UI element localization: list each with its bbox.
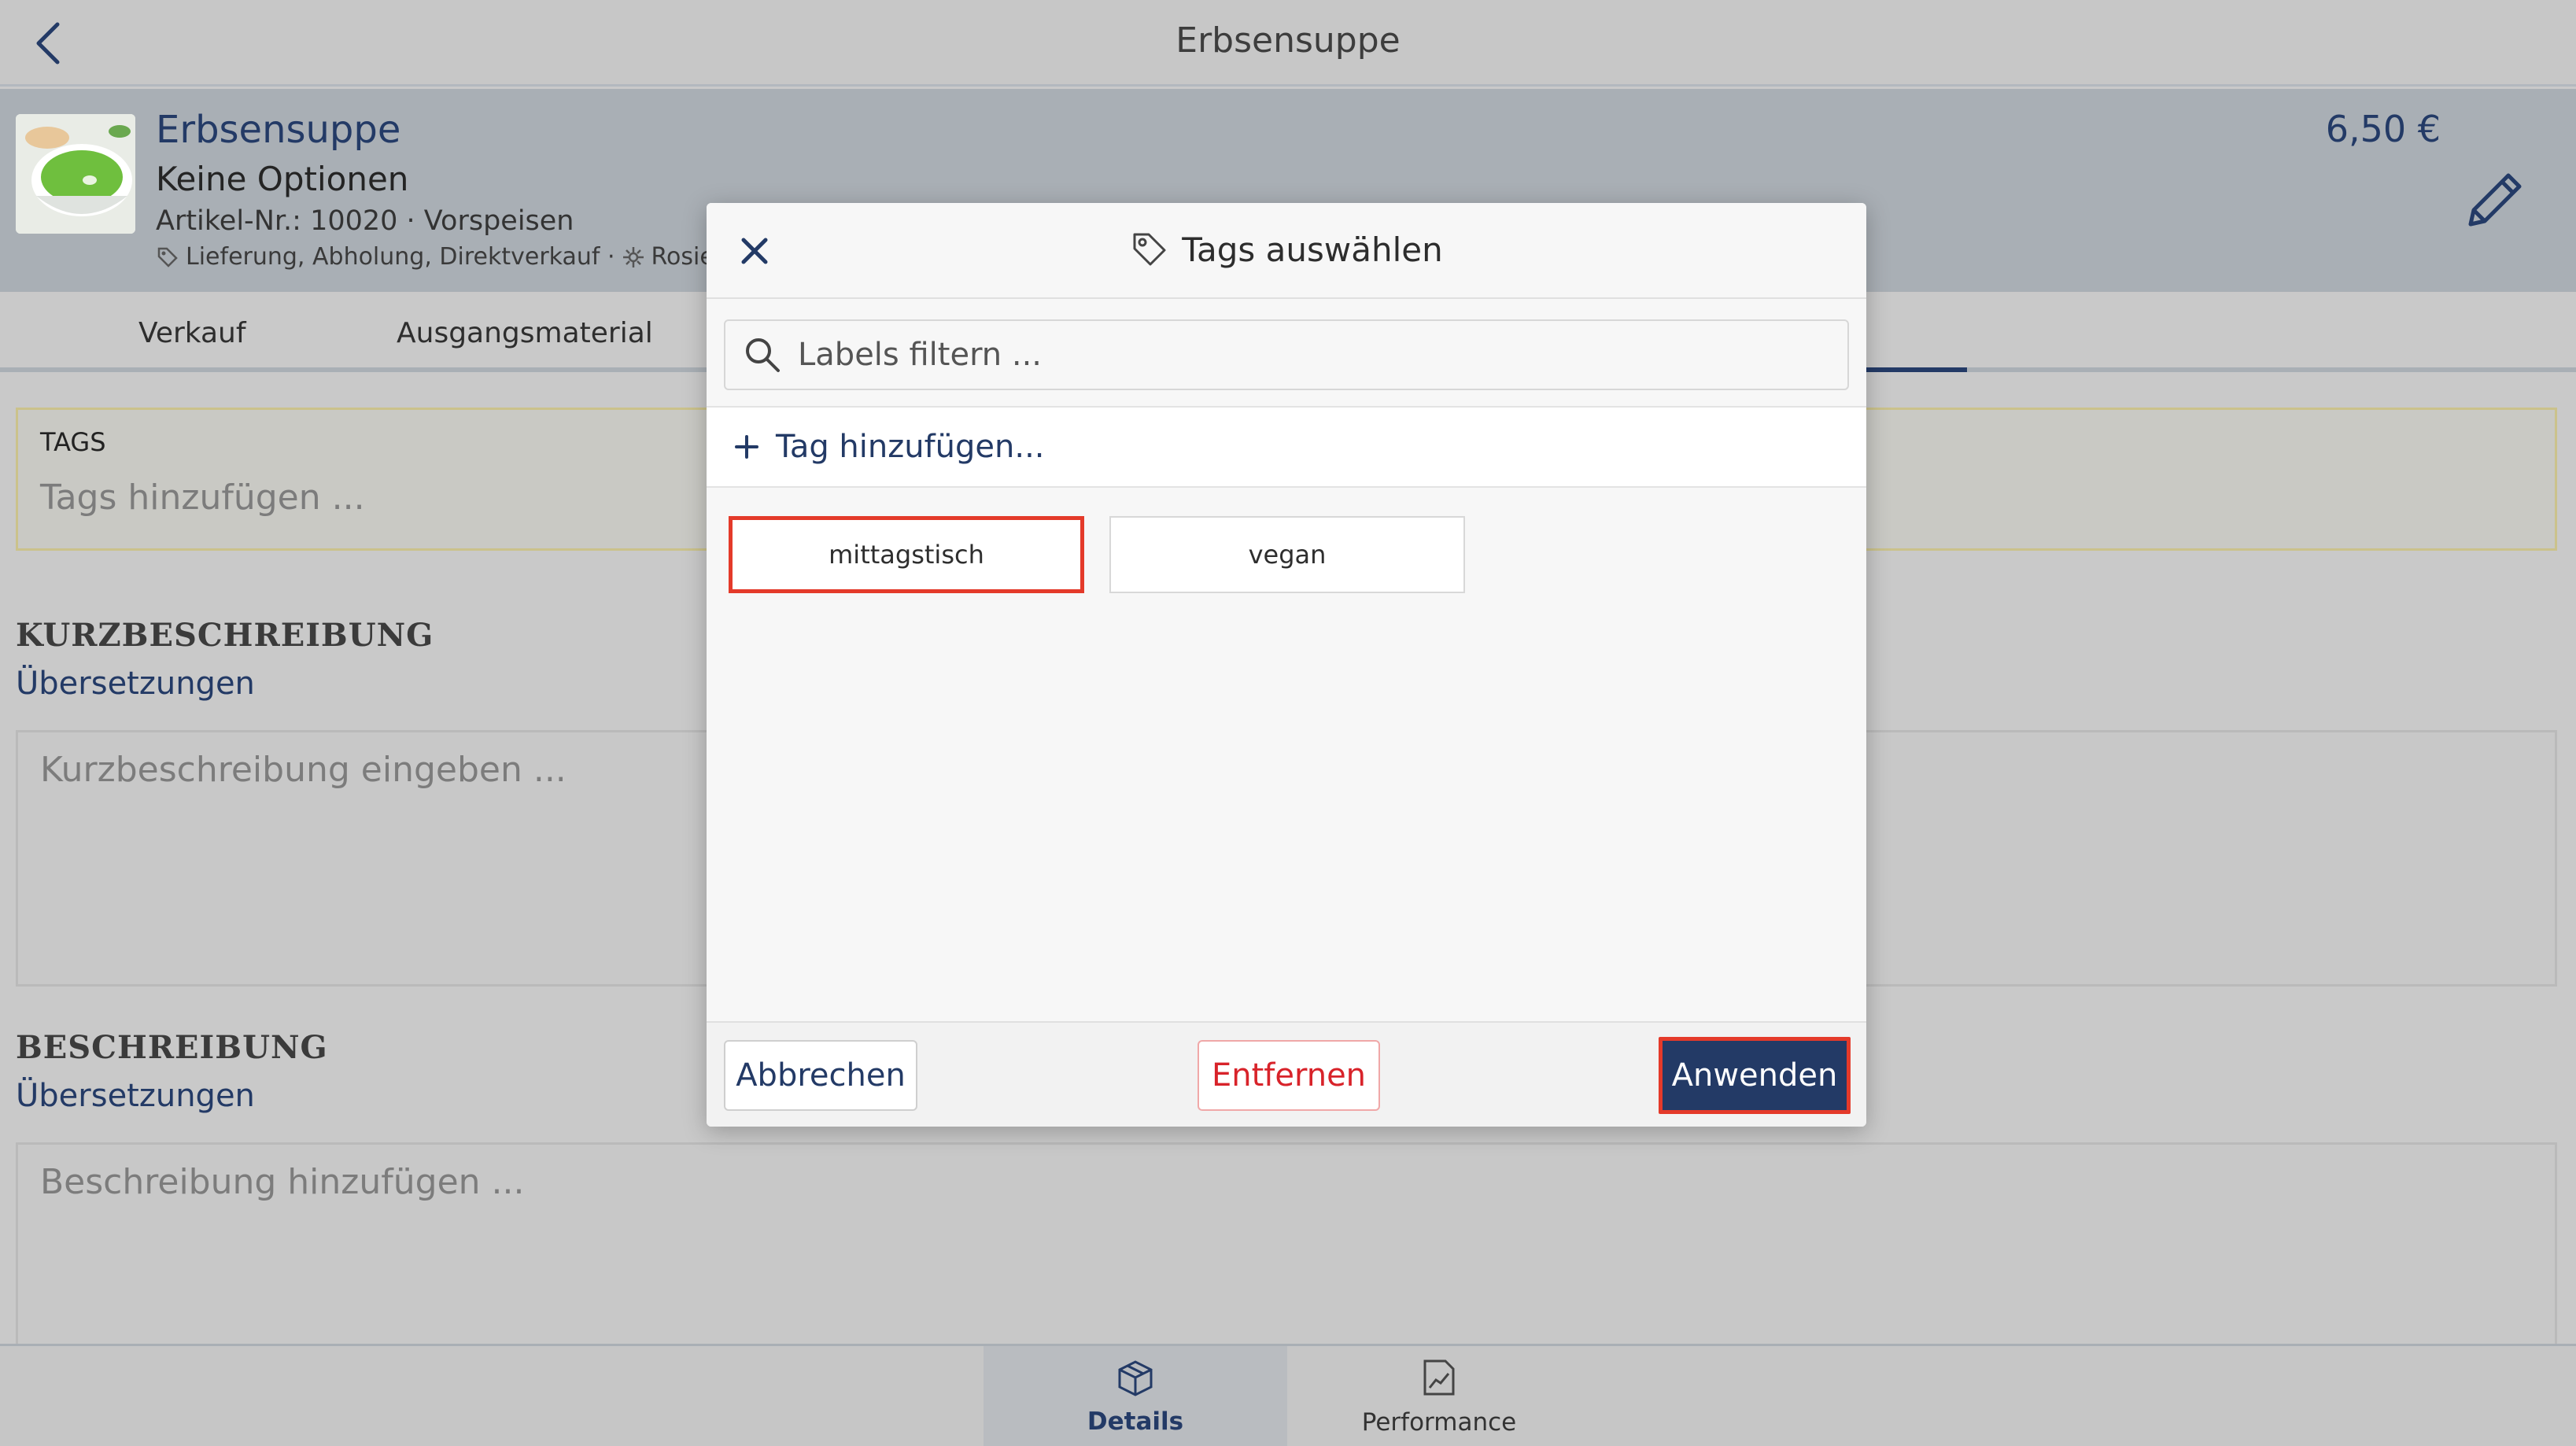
short-description-title: KURZBESCHREIBUNG	[16, 617, 434, 654]
apply-button[interactable]: Anwenden	[1659, 1037, 1851, 1114]
tag-icon	[1133, 233, 1166, 266]
cancel-button[interactable]: Abbrechen	[724, 1040, 917, 1111]
dialog-title: Tags auswählen	[707, 230, 1866, 269]
tab-ausgangsmaterial[interactable]: Ausgangsmaterial	[397, 317, 653, 349]
page-title: Erbsensuppe	[1175, 20, 1401, 61]
tag-chip-mittagstisch[interactable]: mittagstisch	[729, 516, 1084, 593]
short-description-translations-link[interactable]: Übersetzungen	[16, 666, 255, 702]
store-icon	[622, 246, 644, 267]
edit-button[interactable]	[2460, 164, 2530, 235]
short-description-placeholder: Kurzbeschreibung eingeben ...	[40, 750, 566, 790]
tags-input[interactable]: Tags hinzufügen ...	[40, 478, 365, 518]
nav-details-label: Details	[1087, 1407, 1184, 1436]
search-icon	[746, 338, 780, 372]
description-field[interactable]: Beschreibung hinzufügen ...	[16, 1142, 2557, 1344]
product-channels-text: Lieferung, Abholung, Direktverkauf ·	[186, 243, 615, 271]
product-image	[16, 114, 135, 234]
add-tag-label: Tag hinzufügen...	[776, 429, 1045, 465]
pencil-icon	[2468, 173, 2522, 227]
bottom-navigation: Details Performance	[0, 1344, 2576, 1446]
tags-label: TAGS	[40, 427, 106, 457]
top-bar: Erbsensuppe	[0, 0, 2576, 87]
description-translations-link[interactable]: Übersetzungen	[16, 1078, 255, 1114]
tab-verkauf[interactable]: Verkauf	[138, 317, 246, 349]
product-name: Erbsensuppe	[156, 108, 401, 152]
tag-chip-label: mittagstisch	[829, 540, 984, 570]
product-article-number: Artikel-Nr.: 10020 · Vorspeisen	[156, 205, 574, 237]
nav-performance-label: Performance	[1361, 1408, 1517, 1437]
labels-filter-field[interactable]	[724, 319, 1849, 390]
dialog-title-text: Tags auswählen	[1182, 230, 1443, 269]
add-tag-button[interactable]: Tag hinzufügen...	[707, 406, 1866, 488]
description-placeholder: Beschreibung hinzufügen ...	[40, 1162, 525, 1202]
remove-button[interactable]: Entfernen	[1198, 1040, 1380, 1111]
box-icon	[1118, 1360, 1153, 1396]
tags-select-dialog: Tags auswählen Tag hinzufügen... mittags…	[707, 203, 1866, 1127]
nav-performance[interactable]: Performance	[1287, 1346, 1591, 1446]
tag-chip-vegan[interactable]: vegan	[1109, 516, 1465, 593]
chart-document-icon	[1423, 1359, 1455, 1396]
plus-icon	[735, 435, 758, 459]
tag-chip-label: vegan	[1248, 540, 1327, 570]
dialog-footer: Abbrechen Entfernen Anwenden	[707, 1021, 1866, 1127]
labels-filter-input[interactable]	[798, 337, 1821, 373]
tags-icon	[157, 247, 178, 267]
nav-details[interactable]: Details	[984, 1346, 1287, 1446]
product-options: Keine Optionen	[156, 160, 409, 198]
soup-bowl-image	[16, 114, 135, 234]
description-title: BESCHREIBUNG	[16, 1029, 328, 1066]
dialog-header: Tags auswählen	[707, 203, 1866, 299]
product-price: 6,50 €	[2325, 108, 2441, 150]
product-channels: Lieferung, Abholung, Direktverkauf · Ros…	[156, 243, 757, 271]
